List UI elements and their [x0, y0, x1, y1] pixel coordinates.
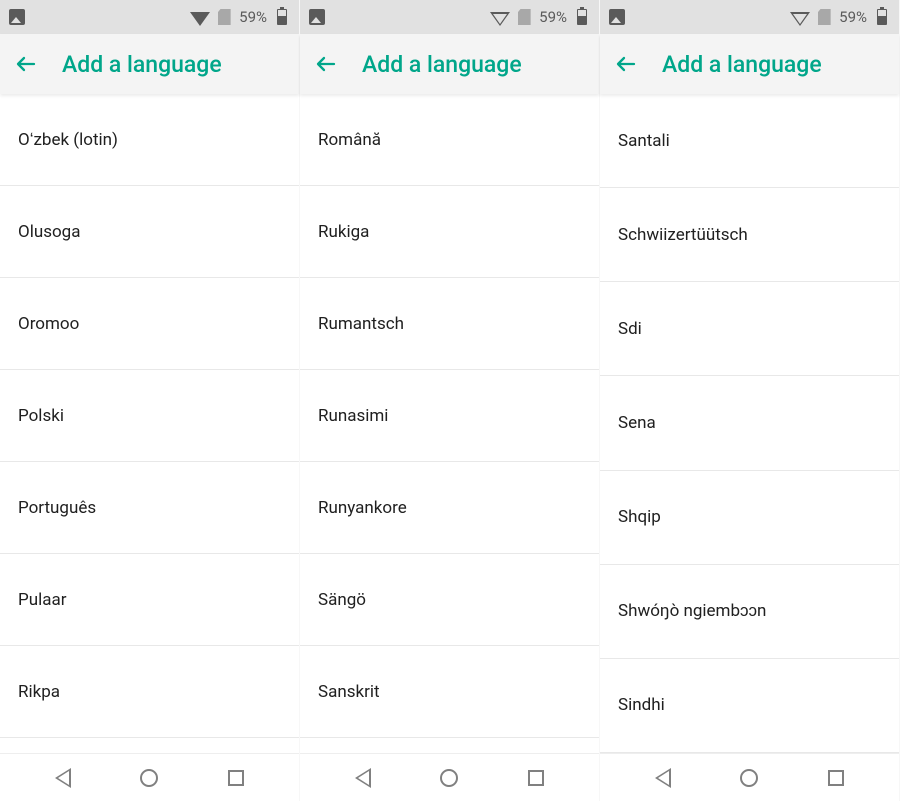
- language-label: Română: [318, 130, 381, 150]
- language-item[interactable]: Rikpa: [0, 646, 299, 738]
- phone-panel: 59% Add a language Oʻzbek (lotin) Olusog…: [0, 0, 300, 801]
- language-label: Rumantsch: [318, 314, 404, 334]
- language-item[interactable]: Rumantsch: [300, 278, 599, 370]
- battery-text: 59%: [539, 8, 567, 26]
- app-bar: Add a language: [300, 34, 599, 94]
- language-label: Rukiga: [318, 222, 369, 242]
- nav-back-button[interactable]: [351, 766, 375, 790]
- battery-icon: [273, 8, 291, 26]
- language-label: Sdi: [618, 319, 642, 339]
- nav-bar: [0, 753, 299, 801]
- language-item[interactable]: Sdi: [600, 282, 899, 376]
- status-bar: 59%: [300, 0, 599, 34]
- app-bar: Add a language: [0, 34, 299, 94]
- nav-recent-button[interactable]: [524, 766, 548, 790]
- language-label: Runasimi: [318, 406, 388, 426]
- battery-text: 59%: [239, 8, 267, 26]
- language-item[interactable]: Sena: [600, 376, 899, 470]
- battery-icon: [573, 8, 591, 26]
- language-item[interactable]: Rukiga: [300, 186, 599, 278]
- no-sim-icon: [515, 8, 533, 26]
- language-label: Sindhi: [618, 695, 665, 715]
- picture-icon: [8, 8, 26, 26]
- language-item[interactable]: Sängö: [300, 554, 599, 646]
- phone-panel: 59% Add a language Română Rukiga Rumants…: [300, 0, 600, 801]
- language-label: Shwóŋò ngiembɔɔn: [618, 601, 766, 621]
- language-list[interactable]: Oʻzbek (lotin) Olusoga Oromoo Polski Por…: [0, 94, 299, 753]
- language-label: Schwiizertüütsch: [618, 225, 748, 245]
- language-label: Rikpa: [18, 682, 60, 702]
- picture-icon: [608, 8, 626, 26]
- language-label: Shqip: [618, 507, 661, 527]
- phone-panel: 59% Add a language Santali Schwiizertüüt…: [600, 0, 900, 801]
- language-label: Sena: [618, 413, 656, 433]
- language-label: Português: [18, 498, 96, 518]
- back-button[interactable]: [14, 52, 38, 76]
- status-bar: 59%: [600, 0, 899, 34]
- language-list[interactable]: Română Rukiga Rumantsch Runasimi Runyank…: [300, 94, 599, 753]
- language-item[interactable]: Schwiizertüütsch: [600, 188, 899, 282]
- language-item[interactable]: Sindhi: [600, 659, 899, 753]
- language-label: Polski: [18, 406, 64, 426]
- language-label: Sanskrit: [318, 682, 380, 702]
- nav-home-button[interactable]: [137, 766, 161, 790]
- language-item[interactable]: Shwóŋò ngiembɔɔn: [600, 565, 899, 659]
- no-sim-icon: [815, 8, 833, 26]
- picture-icon: [308, 8, 326, 26]
- nav-bar: [300, 753, 599, 801]
- language-label: Oʻzbek (lotin): [18, 130, 118, 150]
- app-bar: Add a language: [600, 34, 899, 94]
- language-label: Runyankore: [318, 498, 407, 518]
- language-item[interactable]: Oromoo: [0, 278, 299, 370]
- page-title: Add a language: [62, 51, 222, 78]
- language-label: Sängö: [318, 590, 366, 610]
- nav-back-button[interactable]: [51, 766, 75, 790]
- nav-home-button[interactable]: [437, 766, 461, 790]
- nav-bar: [600, 753, 899, 801]
- language-label: Santali: [618, 131, 670, 151]
- wifi-icon: [491, 8, 509, 26]
- status-bar: 59%: [0, 0, 299, 34]
- wifi-icon: [791, 8, 809, 26]
- back-button[interactable]: [314, 52, 338, 76]
- language-item[interactable]: Polski: [0, 370, 299, 462]
- nav-recent-button[interactable]: [824, 766, 848, 790]
- language-list[interactable]: Santali Schwiizertüütsch Sdi Sena Shqip …: [600, 94, 899, 753]
- wifi-icon: [191, 8, 209, 26]
- battery-text: 59%: [839, 8, 867, 26]
- language-label: Oromoo: [18, 314, 79, 334]
- battery-icon: [873, 8, 891, 26]
- language-label: Pulaar: [18, 590, 67, 610]
- language-item[interactable]: Shqip: [600, 471, 899, 565]
- language-item[interactable]: Runasimi: [300, 370, 599, 462]
- language-item[interactable]: Santali: [600, 94, 899, 188]
- language-item[interactable]: Română: [300, 94, 599, 186]
- language-label: Olusoga: [18, 222, 80, 242]
- language-item[interactable]: Runyankore: [300, 462, 599, 554]
- language-item[interactable]: Oʻzbek (lotin): [0, 94, 299, 186]
- no-sim-icon: [215, 8, 233, 26]
- nav-home-button[interactable]: [737, 766, 761, 790]
- language-item[interactable]: Português: [0, 462, 299, 554]
- language-item[interactable]: Sanskrit: [300, 646, 599, 738]
- back-button[interactable]: [614, 52, 638, 76]
- language-item[interactable]: Pulaar: [0, 554, 299, 646]
- nav-recent-button[interactable]: [224, 766, 248, 790]
- page-title: Add a language: [662, 51, 822, 78]
- language-item[interactable]: Olusoga: [0, 186, 299, 278]
- page-title: Add a language: [362, 51, 522, 78]
- nav-back-button[interactable]: [651, 766, 675, 790]
